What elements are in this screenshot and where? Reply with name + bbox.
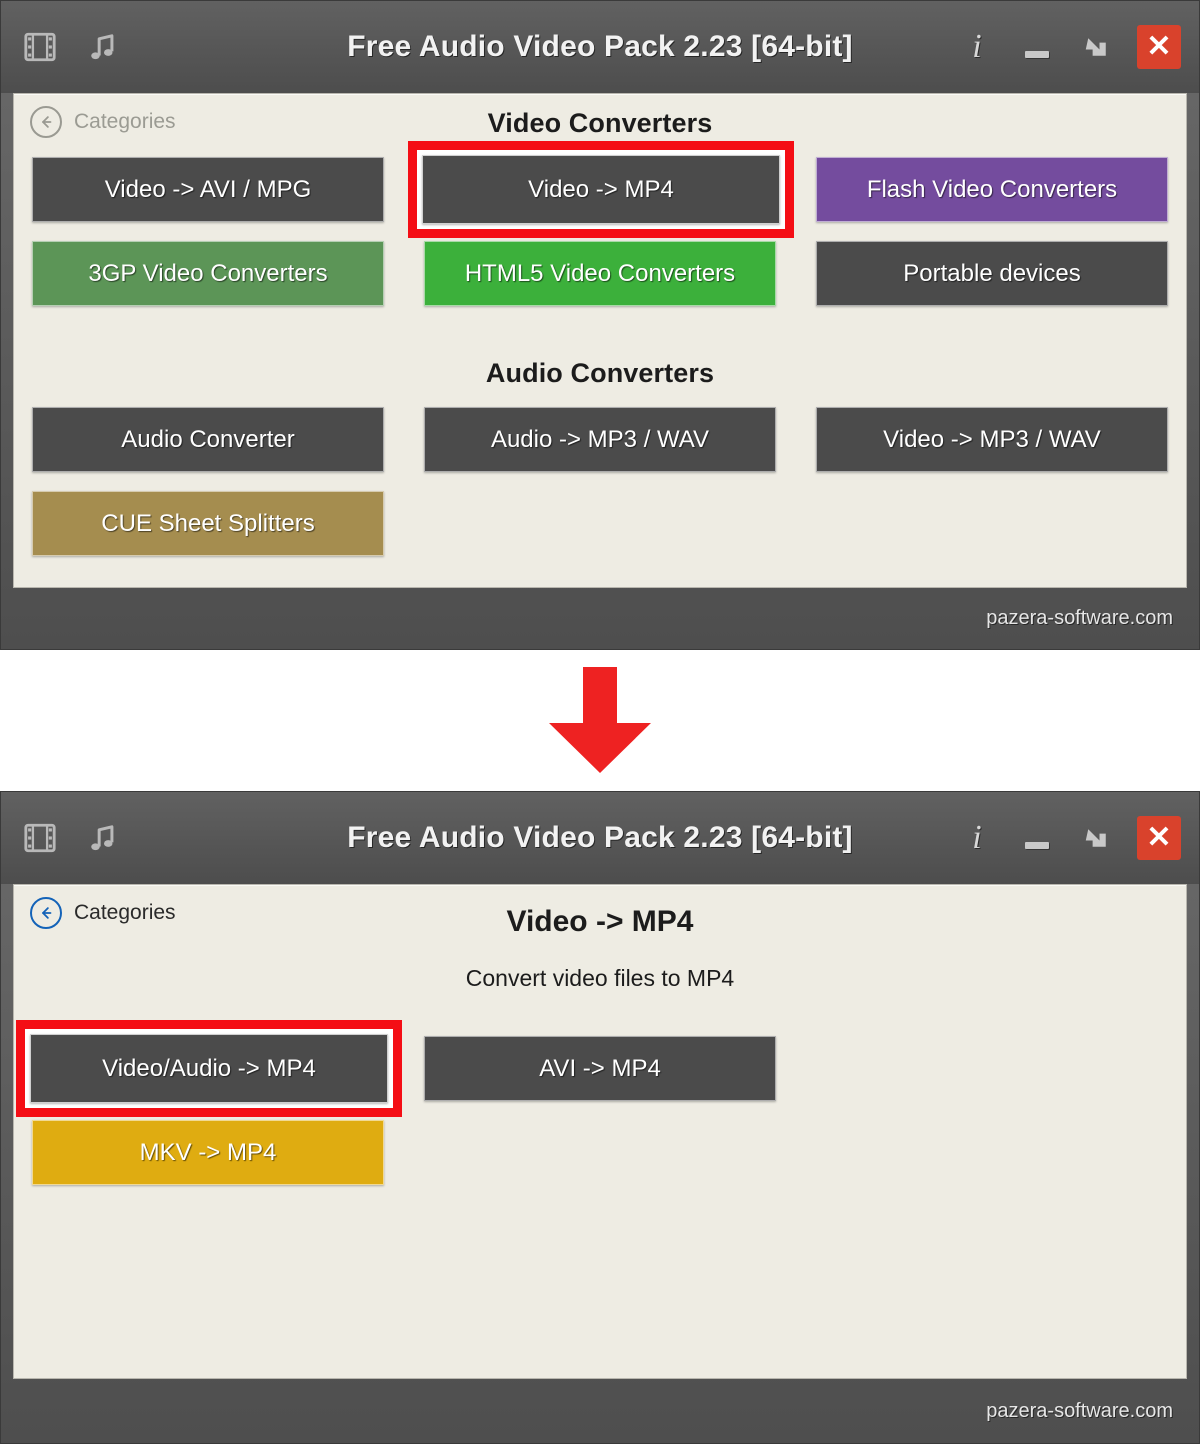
grid-cell: Video -> AVI / MPG bbox=[32, 157, 384, 228]
highlight-box-video-audio-mp4: Video/Audio -> MP4 bbox=[16, 1020, 402, 1117]
button-mkv-mp4[interactable]: MKV -> MP4 bbox=[32, 1120, 384, 1185]
button-portable-devices[interactable]: Portable devices bbox=[816, 241, 1168, 306]
button-video-audio-mp4[interactable]: Video/Audio -> MP4 bbox=[30, 1034, 388, 1103]
page-subtitle: Convert video files to MP4 bbox=[465, 965, 735, 991]
button-flash-video-converters[interactable]: Flash Video Converters bbox=[816, 157, 1168, 222]
mp4-converters-grid: Video/Audio -> MP4 AVI -> MP4 MKV -> MP4 bbox=[14, 1020, 1186, 1191]
grid-cell bbox=[816, 1036, 1168, 1107]
back-to-categories-button[interactable]: Categories bbox=[14, 94, 176, 138]
app-window-categories: Free Audio Video Pack 2.23 [64-bit] i ✕ bbox=[0, 0, 1200, 650]
window-controls: i ✕ bbox=[957, 25, 1199, 69]
minimize-button[interactable] bbox=[1017, 818, 1057, 858]
grid-cell: MKV -> MP4 bbox=[32, 1120, 384, 1191]
button-cue-sheet-splitters[interactable]: CUE Sheet Splitters bbox=[32, 491, 384, 556]
app-window-video-mp4: Free Audio Video Pack 2.23 [64-bit] i ✕ bbox=[0, 791, 1200, 1444]
back-to-categories-button[interactable]: Categories bbox=[14, 885, 176, 929]
film-strip-icon bbox=[23, 30, 57, 64]
button-audio-mp3-wav[interactable]: Audio -> MP3 / WAV bbox=[424, 407, 776, 472]
highlight-box-video-mp4: Video -> MP4 bbox=[408, 141, 794, 238]
minimize-to-tray-button[interactable] bbox=[1077, 818, 1117, 858]
title-bar: Free Audio Video Pack 2.23 [64-bit] i ✕ bbox=[1, 792, 1199, 884]
close-button[interactable]: ✕ bbox=[1137, 816, 1181, 860]
transition-divider bbox=[0, 650, 1200, 791]
music-note-icon bbox=[85, 821, 119, 855]
video-converters-grid: Video -> AVI / MPG Video -> MP4 Flash Vi… bbox=[14, 141, 1186, 312]
down-arrow-icon bbox=[543, 667, 657, 779]
grid-cell: Flash Video Converters bbox=[816, 157, 1168, 228]
button-video-avi-mpg[interactable]: Video -> AVI / MPG bbox=[32, 157, 384, 222]
button-html5-video-converters[interactable]: HTML5 Video Converters bbox=[424, 241, 776, 306]
film-strip-icon bbox=[23, 821, 57, 855]
window-footer: pazera-software.com bbox=[1, 588, 1199, 649]
grid-cell: Audio Converter bbox=[32, 407, 384, 478]
minimize-button[interactable] bbox=[1017, 27, 1057, 67]
screenshot-page: Free Audio Video Pack 2.23 [64-bit] i ✕ bbox=[0, 0, 1200, 1444]
button-avi-mp4[interactable]: AVI -> MP4 bbox=[424, 1036, 776, 1101]
page-title: Video -> MP4 bbox=[506, 905, 694, 938]
grid-cell: 3GP Video Converters bbox=[32, 241, 384, 312]
grid-cell: HTML5 Video Converters bbox=[424, 241, 776, 312]
music-note-icon bbox=[85, 30, 119, 64]
content-panel-video-mp4: Categories Video -> MP4 Convert video fi… bbox=[13, 884, 1187, 1379]
title-bar: Free Audio Video Pack 2.23 [64-bit] i ✕ bbox=[1, 1, 1199, 93]
button-video-mp4[interactable]: Video -> MP4 bbox=[422, 155, 780, 224]
content-panel-categories: Categories Video Converters Video -> AVI… bbox=[13, 93, 1187, 588]
title-bar-app-icons bbox=[1, 821, 119, 855]
window-controls: i ✕ bbox=[957, 816, 1199, 860]
button-3gp-video-converters[interactable]: 3GP Video Converters bbox=[32, 241, 384, 306]
window-footer: pazera-software.com bbox=[1, 1379, 1199, 1443]
grid-cell: AVI -> MP4 bbox=[424, 1036, 776, 1107]
section-heading-audio-converters: Audio Converters bbox=[485, 358, 715, 388]
back-arrow-icon bbox=[30, 106, 62, 138]
grid-cell: Video/Audio -> MP4 bbox=[16, 1020, 402, 1117]
footer-website-label: pazera-software.com bbox=[986, 607, 1173, 629]
title-bar-app-icons bbox=[1, 30, 119, 64]
back-to-categories-label: Categories bbox=[74, 110, 176, 133]
info-icon[interactable]: i bbox=[957, 27, 997, 67]
back-to-categories-label: Categories bbox=[74, 901, 176, 924]
tray-arrow-icon bbox=[1085, 38, 1106, 56]
tray-arrow-icon bbox=[1085, 829, 1106, 847]
minimize-to-tray-button[interactable] bbox=[1077, 27, 1117, 67]
footer-website-label: pazera-software.com bbox=[986, 1399, 1173, 1422]
close-button[interactable]: ✕ bbox=[1137, 25, 1181, 69]
grid-cell: Video -> MP4 bbox=[408, 141, 794, 238]
grid-cell: CUE Sheet Splitters bbox=[32, 491, 384, 562]
grid-cell: Video -> MP3 / WAV bbox=[816, 407, 1168, 478]
grid-cell: Portable devices bbox=[816, 241, 1168, 312]
button-audio-converter[interactable]: Audio Converter bbox=[32, 407, 384, 472]
audio-converters-grid: Audio Converter Audio -> MP3 / WAV Video… bbox=[14, 407, 1186, 562]
button-video-mp3-wav[interactable]: Video -> MP3 / WAV bbox=[816, 407, 1168, 472]
grid-cell: Audio -> MP3 / WAV bbox=[424, 407, 776, 478]
back-arrow-icon bbox=[30, 897, 62, 929]
info-icon[interactable]: i bbox=[957, 818, 997, 858]
section-heading-video-converters: Video Converters bbox=[487, 108, 713, 138]
